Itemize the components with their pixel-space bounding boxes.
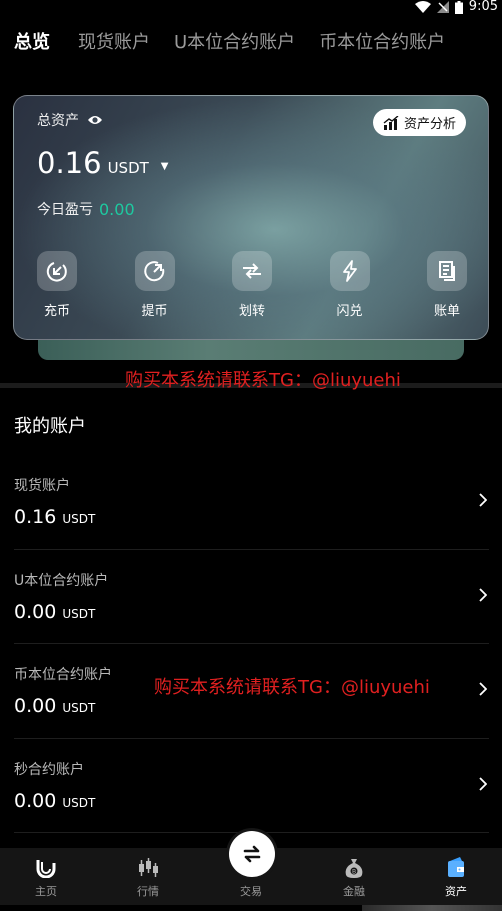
account-row-spot[interactable]: 现货账户 0.16 USDT [14, 455, 489, 550]
asset-analysis-button[interactable]: 资产分析 [372, 109, 466, 136]
withdraw-button[interactable]: 提币 [134, 251, 176, 319]
signal-icon [436, 1, 449, 13]
account-name: 秒合约账户 [14, 761, 84, 778]
account-unit: USDT [62, 795, 96, 810]
account-row-u-futures[interactable]: U本位合约账户 0.00 USDT [14, 550, 489, 644]
transfer-button[interactable]: 划转 [231, 251, 273, 319]
finance-icon: B [343, 857, 365, 879]
account-value-row: 0.00 USDT [14, 601, 95, 623]
chart-icon [383, 115, 399, 130]
withdraw-label: 提币 [141, 304, 168, 319]
total-assets-label-row: 总资产 [37, 110, 103, 130]
eye-icon[interactable] [87, 114, 103, 126]
status-bar: 9:05 [0, 0, 502, 16]
account-list: 现货账户 0.16 USDT U本位合约账户 0.00 USDT 币本位合约账户… [14, 455, 489, 833]
bill-label: 账单 [433, 304, 460, 319]
nav-label: 行情 [137, 885, 159, 898]
nav-label: 金融 [343, 885, 365, 898]
account-tabs: 总览 现货账户 U本位合约账户 币本位合约账户 [14, 30, 469, 56]
balance-unit[interactable]: USDT [108, 159, 149, 177]
account-name: U本位合约账户 [14, 572, 109, 589]
watermark-text-secondary: 购买本系统请联系TG：@liuyuehi [154, 677, 430, 698]
account-unit: USDT [62, 512, 96, 526]
transfer-icon [232, 251, 272, 291]
nav-assets[interactable]: 资产 [416, 848, 496, 899]
total-balance: 0.16 [37, 146, 102, 180]
bill-button[interactable]: 账单 [426, 251, 468, 319]
today-pnl-label: 今日盈亏 [37, 202, 93, 218]
tab-coin-futures-account[interactable]: 币本位合约账户 [319, 30, 445, 56]
flash-swap-icon [329, 251, 370, 291]
tab-u-futures-account[interactable]: U本位合约账户 [174, 30, 295, 56]
trade-fab-button[interactable] [229, 831, 275, 877]
account-value: 0.00 [14, 600, 57, 623]
withdraw-icon [134, 251, 175, 291]
balance-row: 0.16 USDT ▼ [37, 146, 169, 180]
asset-actions: 充币 提币 划转 闪兑 账单 [14, 251, 488, 319]
my-accounts-title: 我的账户 [14, 416, 86, 437]
account-row-second-contract[interactable]: 秒合约账户 0.00 USDT [14, 739, 489, 833]
home-icon [35, 857, 57, 879]
wifi-icon [414, 1, 431, 13]
status-icons: 9:05 [414, 0, 498, 14]
account-unit: USDT [62, 701, 96, 715]
watermark-text: 购买本系统请联系TG：@liuyuehi [125, 370, 401, 391]
deposit-icon [37, 251, 77, 291]
trade-icon [243, 845, 261, 863]
today-pnl-value: 0.00 [99, 199, 135, 219]
chevron-right-icon [479, 587, 487, 602]
market-icon [137, 857, 159, 879]
status-time: 9:05 [468, 0, 498, 14]
flash-swap-label: 闪兑 [336, 304, 363, 319]
account-value: 0.00 [14, 695, 57, 717]
battery-icon [454, 0, 463, 14]
tab-overview[interactable]: 总览 [14, 30, 50, 56]
transfer-label: 划转 [238, 304, 265, 319]
account-value-row: 0.16 USDT [14, 506, 95, 528]
nav-label: 交易 [240, 885, 262, 898]
today-pnl-row: 今日盈亏 0.00 [37, 199, 135, 219]
bill-icon [427, 251, 467, 291]
account-value-row: 0.00 USDT [14, 790, 95, 812]
svg-text:B: B [352, 869, 356, 876]
bottom-strip [0, 905, 502, 911]
account-value: 0.16 [14, 506, 57, 528]
nav-label: 主页 [35, 885, 57, 898]
account-value-row: 0.00 USDT [14, 695, 95, 717]
account-unit: USDT [62, 606, 96, 621]
nav-finance[interactable]: B 金融 [314, 848, 394, 899]
asset-analysis-label: 资产分析 [403, 117, 456, 132]
background-image-fragment [362, 905, 502, 911]
chevron-right-icon [479, 776, 487, 791]
deposit-label: 充币 [43, 304, 70, 319]
deposit-button[interactable]: 充币 [36, 251, 78, 319]
account-name: 现货账户 [14, 478, 70, 494]
assets-icon [446, 857, 466, 879]
nav-market[interactable]: 行情 [108, 848, 188, 899]
total-assets-label: 总资产 [37, 113, 79, 129]
tab-spot-account[interactable]: 现货账户 [78, 30, 150, 56]
flash-swap-button[interactable]: 闪兑 [329, 251, 371, 319]
account-name: 币本位合约账户 [14, 667, 112, 683]
total-assets-card: 总资产 资产分析 0.16 USDT ▼ 今日盈亏 0.00 充币 提币 划转 … [13, 95, 489, 340]
nav-label: 资产 [445, 885, 467, 898]
caret-down-icon[interactable]: ▼ [161, 161, 169, 172]
nav-home[interactable]: 主页 [6, 848, 86, 899]
account-value: 0.00 [14, 789, 57, 812]
chevron-right-icon [479, 493, 487, 507]
chevron-right-icon [479, 682, 487, 696]
